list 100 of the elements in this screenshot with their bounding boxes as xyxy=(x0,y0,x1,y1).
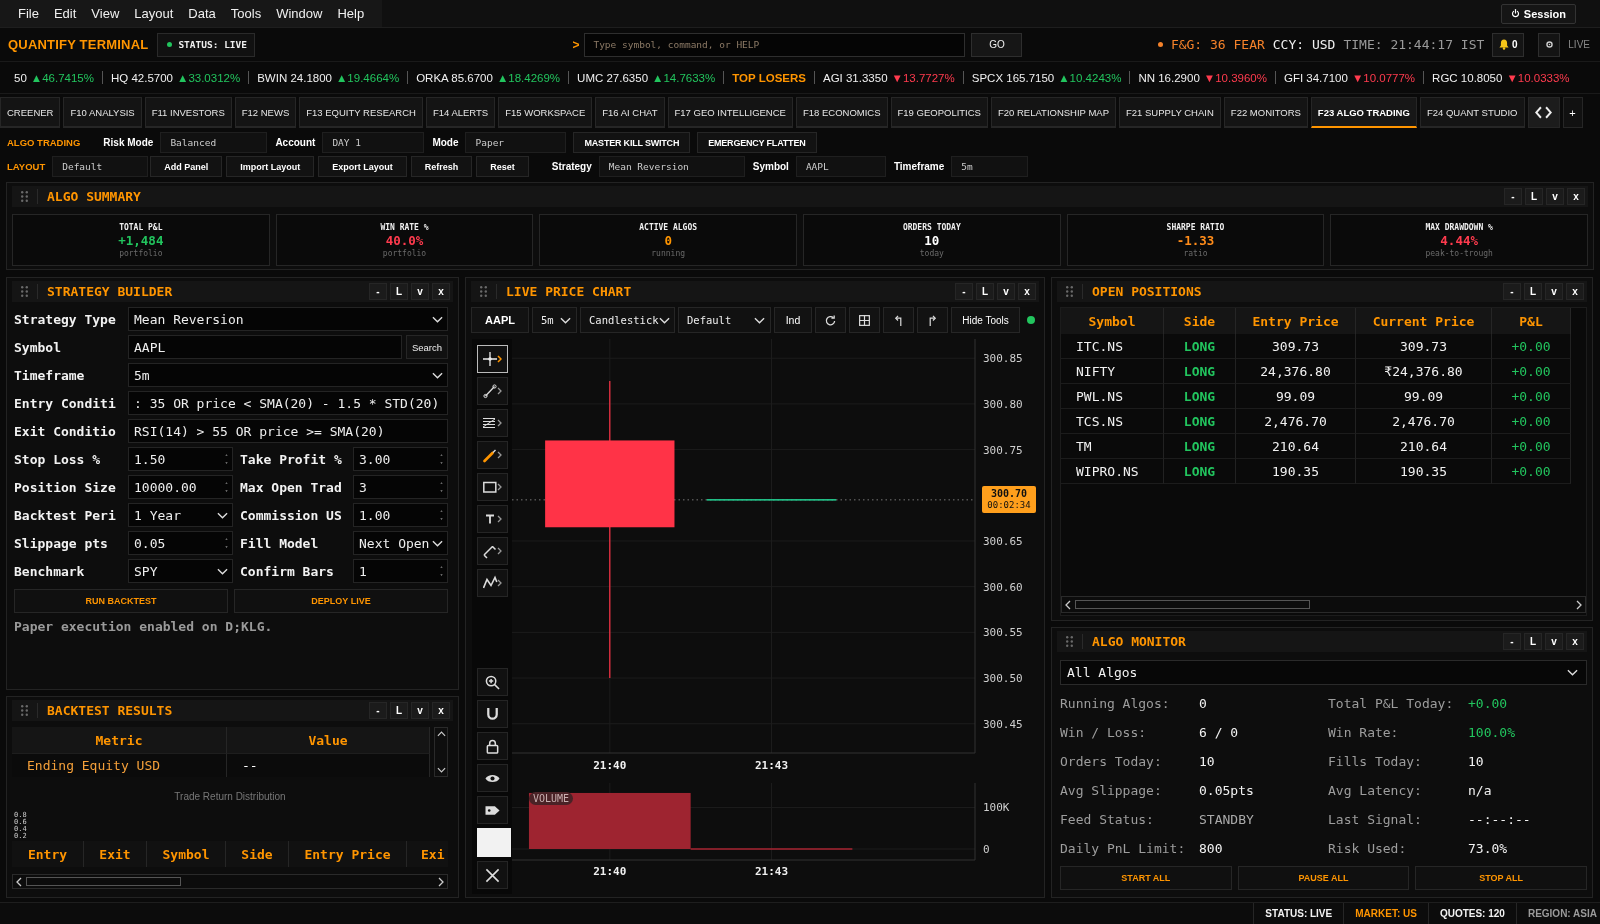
text-input[interactable]: Mean Reversion xyxy=(598,156,745,177)
toolbar-button[interactable]: Reset xyxy=(476,156,529,177)
toolbar-button[interactable]: Add Panel xyxy=(150,156,223,177)
add-tab-button[interactable]: + xyxy=(1562,97,1583,128)
menu-item[interactable]: Window xyxy=(276,6,323,21)
drawing-tool-button[interactable] xyxy=(477,473,508,501)
menu-item[interactable]: File xyxy=(18,6,39,21)
text-input[interactable]: DAY 1 xyxy=(322,132,425,153)
menu-item[interactable]: Help xyxy=(337,6,365,21)
panel-control-button[interactable]: L xyxy=(1524,283,1542,300)
menu-item[interactable]: Tools xyxy=(230,6,262,21)
menu-item[interactable]: View xyxy=(91,6,120,21)
text-input[interactable]: RSI(14) > 55 OR price >= SMA(20) xyxy=(128,419,448,443)
panel-control-button[interactable]: - xyxy=(1504,188,1522,205)
dropdown[interactable]: 5m xyxy=(128,363,448,387)
number-input[interactable]: 10000.00 xyxy=(128,475,233,499)
toolbar-button[interactable]: Refresh xyxy=(410,156,473,177)
panel-control-button[interactable]: v xyxy=(1546,188,1564,205)
function-tab[interactable]: F16 AI CHAT xyxy=(595,97,665,128)
dropdown[interactable]: 5m xyxy=(532,307,577,333)
drag-handle-icon[interactable] xyxy=(1066,286,1073,297)
chart-tool-button[interactable] xyxy=(477,668,508,696)
text-input[interactable]: AAPL xyxy=(795,156,886,177)
panel-control-button[interactable]: v xyxy=(1545,633,1563,650)
dropdown[interactable]: SPY xyxy=(128,559,233,583)
menu-item[interactable]: Data xyxy=(188,6,216,21)
horizontal-scrollbar[interactable] xyxy=(12,874,448,889)
search-button[interactable]: Search xyxy=(406,335,448,359)
text-input[interactable]: 5m xyxy=(951,156,1029,177)
panel-control-button[interactable]: v xyxy=(411,283,429,300)
function-tab[interactable]: F20 RELATIONSHIP MAP xyxy=(990,97,1116,128)
function-tab[interactable]: F13 EQUITY RESEARCH xyxy=(299,97,423,128)
number-input[interactable]: 1 xyxy=(353,559,448,583)
number-input[interactable]: 1.50 xyxy=(128,447,233,471)
drawing-tool-button[interactable] xyxy=(477,377,508,405)
search-input[interactable]: AAPL xyxy=(128,335,402,359)
toolbar-button[interactable]: Export Layout xyxy=(318,156,407,177)
panel-control-button[interactable]: x xyxy=(1567,188,1585,205)
panel-control-button[interactable]: x xyxy=(1566,633,1584,650)
chart-tool-button[interactable] xyxy=(477,861,508,889)
text-input[interactable]: Paper xyxy=(465,132,567,153)
chart-tool-button[interactable] xyxy=(477,764,508,792)
action-button[interactable]: START ALL xyxy=(1060,866,1232,890)
action-button[interactable]: DEPLOY LIVE xyxy=(234,589,448,613)
number-input[interactable]: 0.05 xyxy=(128,531,233,555)
panel-control-button[interactable]: - xyxy=(369,702,387,719)
undo-button[interactable] xyxy=(883,307,914,333)
settings-button[interactable] xyxy=(1538,32,1561,57)
drawing-tool-button[interactable] xyxy=(477,441,508,469)
function-tab[interactable]: F18 ECONOMICS xyxy=(795,97,888,128)
function-tab[interactable]: F19 GEOPOLITICS xyxy=(890,97,988,128)
text-input[interactable]: Balanced xyxy=(160,132,268,153)
action-button[interactable]: EMERGENCY FLATTEN xyxy=(697,132,817,153)
panel-control-button[interactable]: L xyxy=(1525,188,1543,205)
panel-control-button[interactable]: v xyxy=(411,702,429,719)
menu-item[interactable]: Layout xyxy=(134,6,174,21)
function-tab[interactable]: F17 GEO INTELLIGENCE xyxy=(667,97,793,128)
scroll-right-button[interactable] xyxy=(1545,106,1552,119)
function-tab[interactable]: F15 WORKSPACE xyxy=(498,97,593,128)
drawing-tool-button[interactable] xyxy=(477,569,508,597)
hide-tools-button[interactable]: Hide Tools xyxy=(951,307,1020,333)
horizontal-scrollbar[interactable] xyxy=(1061,596,1586,613)
drawing-tool-button[interactable] xyxy=(477,345,508,373)
refresh-button[interactable] xyxy=(815,307,846,333)
drag-handle-icon[interactable] xyxy=(21,286,28,297)
menu-item[interactable]: Edit xyxy=(53,6,77,21)
function-tab[interactable]: F12 NEWS xyxy=(234,97,297,128)
panel-control-button[interactable]: L xyxy=(390,283,408,300)
indicators-button[interactable]: Ind xyxy=(774,307,812,333)
function-tab[interactable]: F23 ALGO TRADING xyxy=(1310,97,1417,128)
dropdown[interactable]: 1 Year xyxy=(128,503,233,527)
function-tab[interactable]: F14 ALERTS xyxy=(425,97,496,128)
redo-button[interactable] xyxy=(917,307,948,333)
function-tab[interactable]: F21 SUPPLY CHAIN xyxy=(1119,97,1221,128)
dropdown[interactable]: Default xyxy=(678,307,771,333)
action-button[interactable]: STOP ALL xyxy=(1415,866,1587,890)
drag-handle-icon[interactable] xyxy=(480,286,487,297)
panel-control-button[interactable]: x xyxy=(1566,283,1584,300)
panel-control-button[interactable]: - xyxy=(1503,283,1521,300)
panel-control-button[interactable]: L xyxy=(976,283,994,300)
function-tab[interactable]: F10 ANALYSIS xyxy=(63,97,142,128)
chart-tool-button[interactable] xyxy=(477,732,508,760)
action-button[interactable]: PAUSE ALL xyxy=(1237,866,1410,890)
panel-control-button[interactable]: L xyxy=(1524,633,1542,650)
go-button[interactable]: GO xyxy=(971,32,1023,57)
panel-control-button[interactable]: - xyxy=(1503,633,1521,650)
drag-handle-icon[interactable] xyxy=(1066,636,1073,647)
scroll-left-button[interactable] xyxy=(1535,106,1542,119)
drawing-tool-button[interactable] xyxy=(477,537,508,565)
function-tab[interactable]: F24 QUANT STUDIO xyxy=(1419,97,1525,128)
panel-control-button[interactable]: v xyxy=(1545,283,1563,300)
layout-grid-button[interactable] xyxy=(849,307,880,333)
panel-control-button[interactable]: - xyxy=(955,283,973,300)
dropdown[interactable]: Mean Reversion xyxy=(128,307,448,331)
number-input[interactable]: 3.00 xyxy=(353,447,448,471)
action-button[interactable]: RUN BACKTEST xyxy=(14,589,228,613)
command-input[interactable]: Type symbol, command, or HELP xyxy=(584,32,966,57)
number-input[interactable]: 3 xyxy=(353,475,448,499)
drawing-tool-button[interactable] xyxy=(477,409,508,437)
alerts-button[interactable]: 0 xyxy=(1492,32,1525,57)
